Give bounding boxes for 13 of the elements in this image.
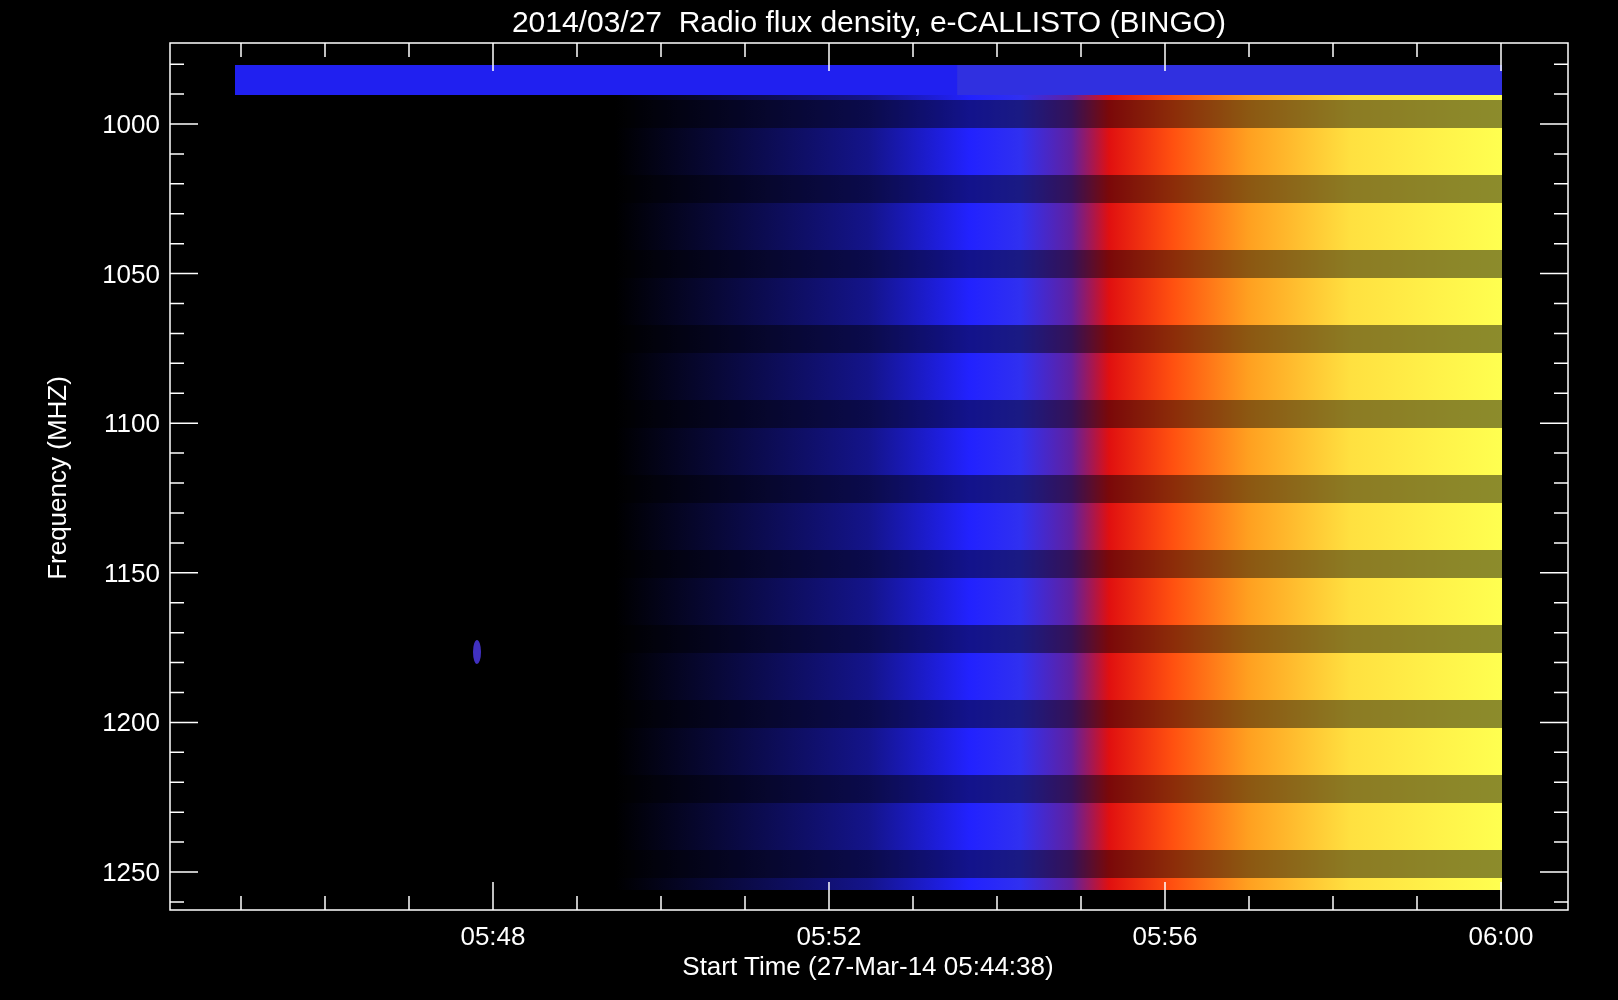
x-tick-label: 05:48 xyxy=(460,921,526,951)
x-axis-label: Start Time (27-Mar-14 05:44:38) xyxy=(682,951,1054,981)
y-tick-label: 1100 xyxy=(104,408,160,439)
x-tick-label: 05:52 xyxy=(796,921,862,951)
y-tick-label: 1050 xyxy=(102,258,160,289)
y-tick-label: 1000 xyxy=(102,109,160,139)
chart-title: 2014/03/27 Radio flux density, e-CALLISTO (BINGO) xyxy=(511,5,1227,38)
y-tick-label: 1200 xyxy=(102,707,160,738)
y-tick-label: 1250 xyxy=(102,857,160,887)
y-axis-label: Frequency (MHZ) xyxy=(42,376,72,580)
x-tick-label: 05:56 xyxy=(1132,921,1198,951)
y-tick-label: 1150 xyxy=(104,557,160,588)
x-tick-label: 06:00 xyxy=(1468,921,1534,951)
